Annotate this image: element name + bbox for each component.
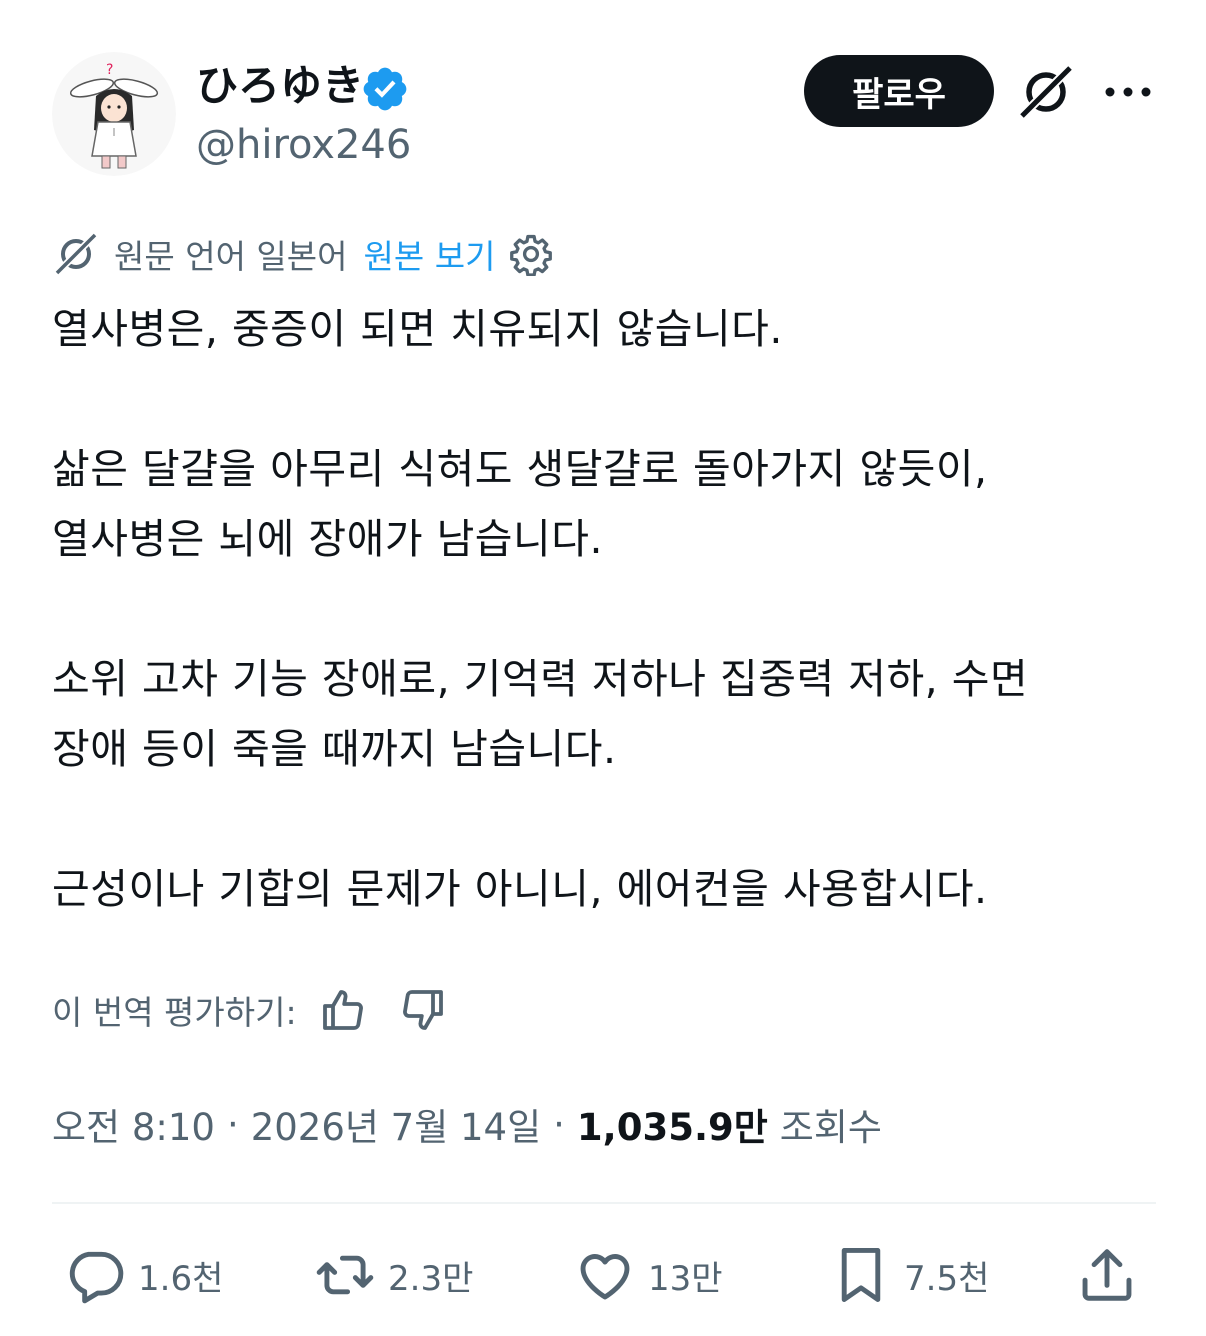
like-count: 13만 [648, 1258, 723, 1299]
divider [52, 1202, 1156, 1204]
translation-bar: 원문 언어 일본어 원본 보기 [52, 226, 553, 282]
thumbs-down-icon[interactable] [399, 986, 447, 1034]
share-icon [1082, 1249, 1132, 1301]
bookmark-button[interactable]: 7.5천 [830, 1240, 989, 1310]
grok-icon[interactable] [1016, 62, 1076, 122]
retweet-button[interactable]: 2.3만 [314, 1240, 473, 1310]
bookmark-icon [841, 1248, 881, 1302]
thumbs-up-icon[interactable] [319, 986, 367, 1034]
retweet-icon [316, 1255, 374, 1295]
reply-button[interactable]: 1.6천 [64, 1240, 223, 1310]
reply-icon [69, 1251, 124, 1304]
tweet-date[interactable]: 2026년 7월 14일 [251, 1097, 541, 1151]
reply-count: 1.6천 [138, 1258, 224, 1299]
tweet-text: 열사병은, 중증이 되면 치유되지 않습니다. 삶은 달걀을 아무리 식혀도 생… [52, 294, 1162, 924]
user-handle[interactable]: @hirox246 [196, 118, 411, 172]
rate-translation-label: 이 번역 평가하기: [52, 993, 297, 1032]
grok-translate-icon [55, 233, 97, 275]
avatar-image: ? [52, 52, 176, 176]
gear-icon[interactable] [509, 232, 553, 276]
display-name[interactable]: ひろゆき [196, 58, 364, 114]
tweet-time[interactable]: 오전 8:10 [52, 1097, 215, 1151]
share-button[interactable] [1076, 1240, 1138, 1310]
tweet-line: 열사병은, 중증이 되면 치유되지 않습니다. [52, 305, 783, 353]
heart-icon [580, 1254, 630, 1300]
retweet-count: 2.3만 [388, 1258, 474, 1299]
follow-button[interactable]: 팔로우 [804, 55, 994, 127]
bookmark-count: 7.5천 [904, 1258, 990, 1299]
tweet-line: 소위 고차 기능 장애로, 기억력 저하나 집중력 저하, 수면 [52, 655, 1029, 703]
show-original-link[interactable]: 원본 보기 [364, 230, 496, 278]
tweet-line: 열사병은 뇌에 장애가 남습니다. [52, 515, 603, 563]
views-count[interactable]: 1,035.9만 [577, 1097, 768, 1151]
more-icon[interactable] [1100, 70, 1156, 114]
avatar[interactable]: ? [52, 52, 176, 176]
tweet-meta: 오전 8:10 · 2026년 7월 14일 · 1,035.9만 조회수 [52, 1094, 882, 1154]
tweet-line: 근성이나 기합의 문제가 아니니, 에어컨을 사용합시다. [52, 865, 988, 913]
svg-text:?: ? [106, 62, 113, 78]
meta-separator: · [553, 1102, 565, 1146]
tweet-line: 삶은 달걀을 아무리 식혀도 생달걀로 돌아가지 않듯이, [52, 445, 988, 493]
verified-badge-icon [360, 64, 410, 114]
meta-separator: · [226, 1102, 239, 1146]
like-button[interactable]: 13만 [574, 1240, 723, 1310]
tweet-line: 장애 등이 죽을 때까지 남습니다. [52, 725, 617, 773]
translation-source-label: 원문 언어 일본어 [114, 237, 348, 276]
rate-translation: 이 번역 평가하기: [52, 982, 479, 1038]
views-label: 조회수 [779, 1106, 882, 1149]
